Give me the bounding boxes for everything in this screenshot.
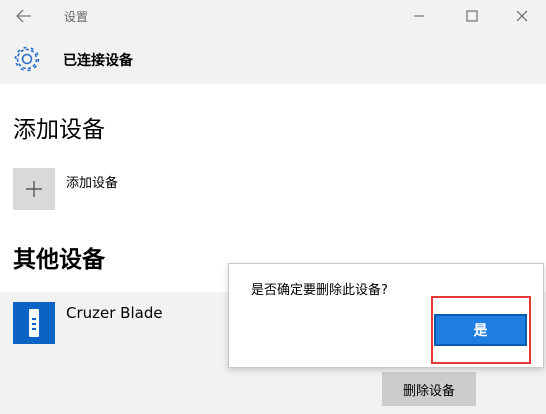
back-arrow-icon [16, 9, 31, 23]
usb-drive-icon [13, 302, 55, 344]
minimize-icon [414, 15, 424, 17]
settings-window: 设置 已连接设备 添加设备 添加设备 其他设备 Cruzer Blade 删除设… [0, 0, 546, 414]
close-icon [516, 10, 528, 22]
remove-device-button[interactable]: 删除设备 [382, 372, 476, 406]
minimize-button[interactable] [402, 4, 436, 28]
gear-icon [14, 46, 40, 72]
plus-icon [26, 181, 42, 197]
page-header: 已连接设备 [0, 34, 546, 84]
add-device-section-title: 添加设备 [13, 117, 105, 143]
other-devices-section-title: 其他设备 [13, 247, 105, 273]
dialog-message: 是否确定要删除此设备? [251, 283, 388, 298]
page-title: 已连接设备 [63, 53, 133, 69]
add-device-label[interactable]: 添加设备 [66, 172, 118, 191]
confirm-remove-dialog: 是否确定要删除此设备? 是 [228, 263, 544, 368]
window-title: 设置 [64, 10, 89, 24]
add-device-button[interactable] [13, 168, 55, 210]
yes-button[interactable]: 是 [434, 314, 527, 346]
maximize-icon [466, 10, 478, 22]
back-button[interactable] [10, 4, 38, 28]
title-bar: 设置 [0, 0, 546, 34]
maximize-button[interactable] [455, 4, 489, 28]
device-name: Cruzer Blade [66, 304, 163, 322]
close-button[interactable] [505, 4, 539, 28]
